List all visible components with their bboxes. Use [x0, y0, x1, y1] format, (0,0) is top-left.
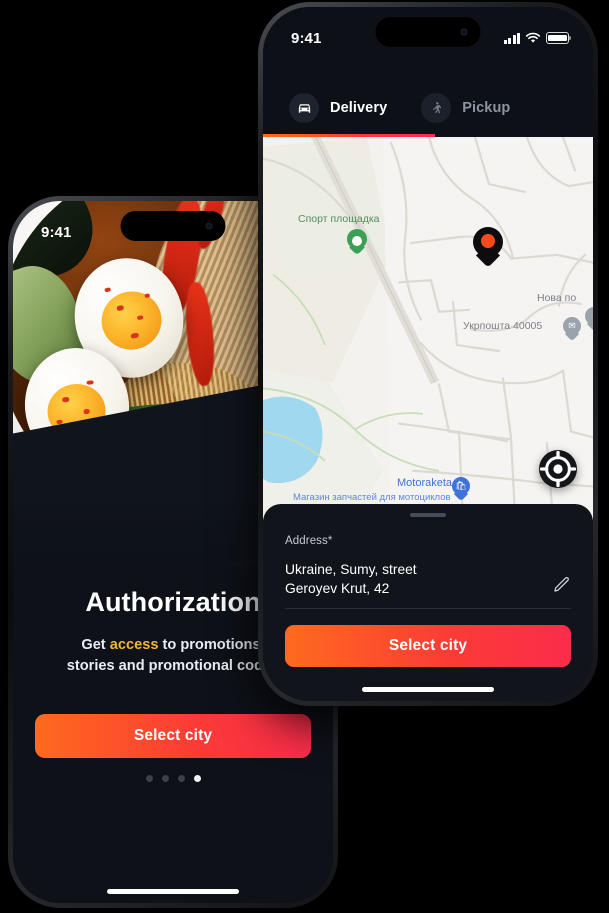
dynamic-island	[375, 17, 481, 47]
home-indicator-right[interactable]	[362, 687, 494, 692]
crosshair-icon	[539, 450, 577, 487]
delivery-address-screen: Delivery Pickup Спорт площадка Нова по У…	[263, 7, 593, 701]
photo-chili-flake	[83, 408, 90, 415]
subtitle-part-1: Get	[81, 637, 110, 653]
photo-egg-yolk	[96, 285, 167, 356]
map-view[interactable]: Спорт площадка Нова по Укрпошта 40005 ✉ …	[263, 137, 593, 520]
order-location-pin[interactable]	[473, 227, 503, 268]
tab-pickup-label: Pickup	[462, 100, 511, 116]
tab-delivery-label: Delivery	[330, 100, 388, 116]
phone-right-delivery-address: Delivery Pickup Спорт площадка Нова по У…	[258, 2, 598, 706]
page-subtitle: Get access to promotions, stories and pr…	[67, 635, 279, 676]
park-pin	[347, 229, 367, 256]
ukrposhta-marker: ✉	[563, 317, 581, 342]
address-sheet: Address* Ukraine, Sumy, street Geroyev K…	[263, 503, 593, 701]
subtitle-part-2: to promotions,	[158, 637, 265, 653]
photo-chili-flake	[104, 287, 112, 293]
pagination-dot-3[interactable]	[177, 775, 185, 783]
dynamic-island	[120, 211, 226, 241]
tab-delivery[interactable]: Delivery	[289, 93, 387, 123]
page-title: Authorization	[85, 587, 261, 617]
photo-chili-flake	[86, 380, 94, 385]
pin-dot	[481, 234, 495, 248]
scene: Authorization Get access to promotions, …	[0, 0, 609, 913]
phone-right-screen-area: Delivery Pickup Спорт площадка Нова по У…	[263, 7, 593, 701]
home-indicator-left[interactable]	[107, 889, 239, 894]
edit-address-button[interactable]	[552, 575, 571, 599]
select-city-button[interactable]: Select city	[35, 714, 311, 759]
sheet-drag-handle[interactable]	[410, 512, 446, 517]
nova-poshta-marker	[585, 307, 593, 332]
tab-pickup[interactable]: Pickup	[421, 93, 510, 123]
address-field-row[interactable]: Ukraine, Sumy, street Geroyev Krut, 42	[285, 560, 571, 609]
pagination-dot-4-active[interactable]	[193, 775, 201, 783]
select-city-button-map[interactable]: Select city	[285, 625, 571, 667]
my-location-button[interactable]	[539, 449, 577, 488]
pagination-dots[interactable]	[145, 775, 201, 783]
address-value: Ukraine, Sumy, street Geroyev Krut, 42	[285, 560, 417, 599]
address-field-label: Address*	[285, 534, 333, 547]
walking-person-icon	[421, 93, 452, 123]
subtitle-line-2: stories and promotional codes	[66, 657, 280, 674]
pencil-icon	[554, 577, 569, 592]
address-line-1: Ukraine, Sumy, street	[285, 561, 417, 577]
motoraketa-marker: 🛍	[452, 477, 470, 502]
car-icon	[289, 93, 319, 123]
address-line-2: Geroyev Krut, 42	[285, 581, 390, 597]
subtitle-highlight: access	[109, 637, 159, 653]
pagination-dot-1[interactable]	[145, 775, 153, 783]
pagination-dot-2[interactable]	[161, 775, 169, 783]
